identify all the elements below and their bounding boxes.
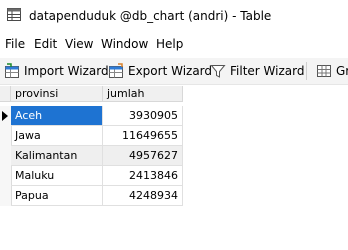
cell-provinsi[interactable]: Jawa xyxy=(11,126,103,146)
menu-help[interactable]: Help xyxy=(156,37,183,51)
menu-view[interactable]: View xyxy=(65,37,93,51)
menu-edit[interactable]: Edit xyxy=(34,37,57,51)
cell-provinsi[interactable]: Kalimantan xyxy=(11,146,103,166)
filter-icon xyxy=(210,65,226,78)
menu-file[interactable]: File xyxy=(5,37,25,51)
toolbar-separator xyxy=(306,62,307,80)
cell-jumlah[interactable]: 4248934 xyxy=(103,186,183,206)
export-wizard-button[interactable]: Export Wizard xyxy=(108,61,212,81)
menu-bar: File Edit View Window Help xyxy=(0,33,348,55)
table-icon xyxy=(7,8,21,21)
cell-jumlah[interactable]: 4957627 xyxy=(103,146,183,166)
current-row-indicator xyxy=(2,111,8,121)
column-header-provinsi[interactable]: provinsi xyxy=(11,86,103,102)
window-title: datapenduduk @db_chart (andri) - Table xyxy=(29,9,272,23)
export-wizard-label: Export Wizard xyxy=(128,64,213,78)
cell-provinsi[interactable]: Aceh xyxy=(11,106,103,126)
grid-view-label: Gr xyxy=(336,64,348,78)
cell-jumlah[interactable]: 2413846 xyxy=(103,166,183,186)
cell-provinsi[interactable]: Papua xyxy=(11,186,103,206)
filter-wizard-label: Filter Wizard xyxy=(230,64,305,78)
import-wizard-button[interactable]: Import Wizard xyxy=(4,61,109,81)
cell-jumlah[interactable]: 3930905 xyxy=(103,106,183,126)
corner-header xyxy=(0,86,11,102)
export-icon xyxy=(109,63,123,78)
import-wizard-label: Import Wizard xyxy=(24,64,109,78)
title-bar: datapenduduk @db_chart (andri) - Table xyxy=(0,0,348,32)
grid-icon xyxy=(317,65,331,77)
filter-wizard-button[interactable]: Filter Wizard xyxy=(210,61,304,81)
menu-window[interactable]: Window xyxy=(101,37,148,51)
toolbar: Import Wizard Export Wizard Filter Wizar… xyxy=(0,58,348,85)
import-icon xyxy=(5,63,19,78)
cell-provinsi[interactable]: Maluku xyxy=(11,166,103,186)
grid-view-button[interactable]: Gr xyxy=(316,61,348,81)
cell-jumlah[interactable]: 11649655 xyxy=(103,126,183,146)
column-header-jumlah[interactable]: jumlah xyxy=(103,86,183,102)
